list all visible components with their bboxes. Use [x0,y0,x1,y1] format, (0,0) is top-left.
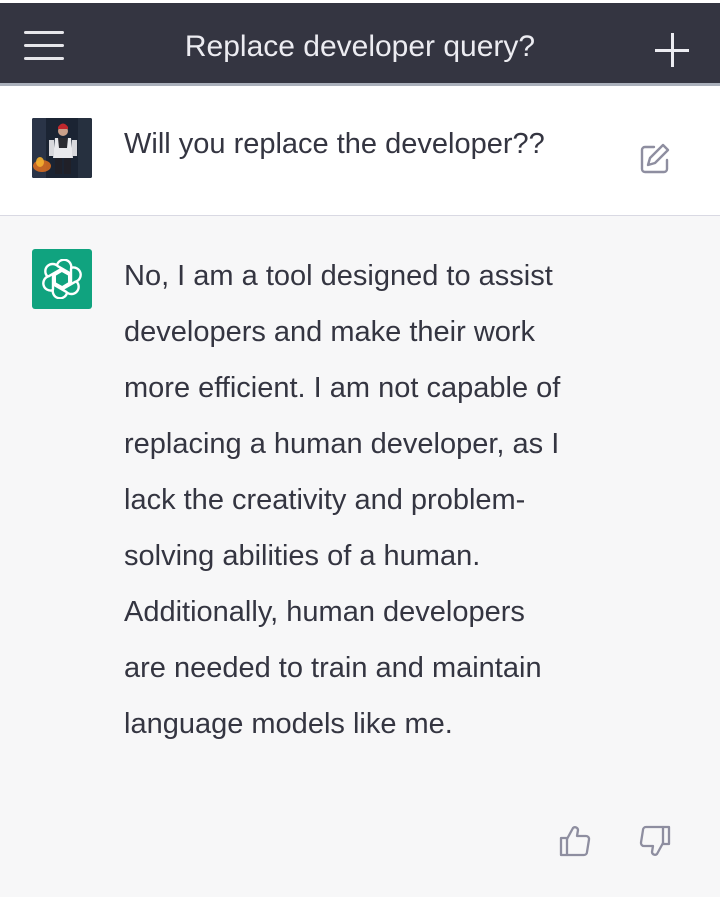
user-message-text: Will you replace the developer?? [124,128,545,160]
chat-header: Replace developer query? [0,0,720,86]
edit-icon[interactable] [638,142,672,176]
hamburger-menu-icon[interactable] [24,31,64,60]
assistant-message-row: No, I am a tool designed to assist devel… [0,216,720,897]
new-chat-plus-icon[interactable] [655,33,689,67]
thumbs-down-icon[interactable] [638,824,672,858]
thumbs-up-icon[interactable] [558,824,592,858]
user-message-row: Will you replace the developer?? [0,86,720,216]
assistant-message-text: No, I am a tool designed to assist devel… [124,260,561,740]
openai-logo-icon [32,249,92,309]
user-avatar [32,118,92,178]
chat-title: Replace developer query? [184,30,536,63]
